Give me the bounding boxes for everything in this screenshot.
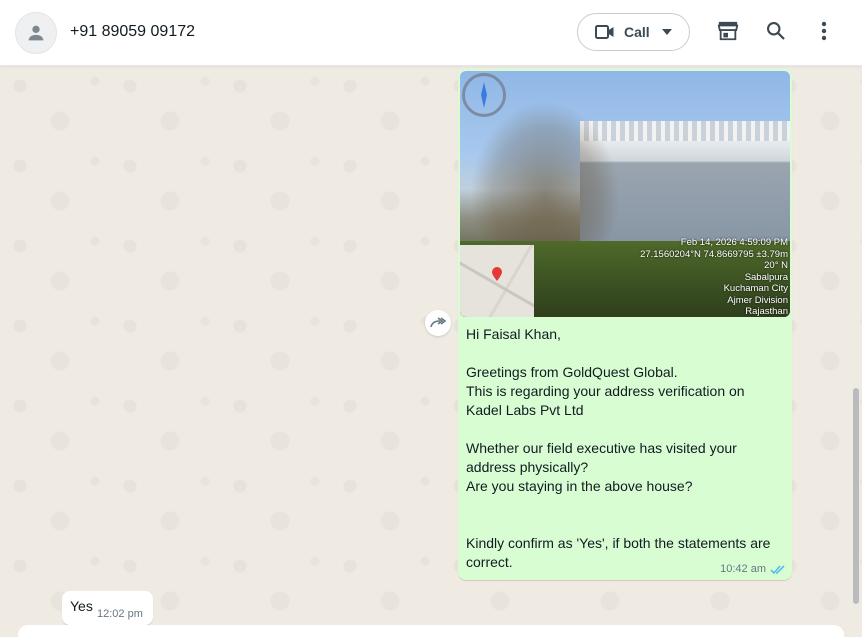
more-options-icon[interactable]	[814, 20, 834, 42]
geotag-overlay: Feb 14, 2026 4:59:09 PM 27.1560204°N 74.…	[640, 237, 788, 317]
compass-icon	[462, 73, 506, 117]
contact-name[interactable]: +91 89059 09172	[70, 23, 195, 41]
message-image[interactable]: Feb 14, 2026 4:59:09 PM 27.1560204°N 74.…	[460, 71, 790, 317]
forward-button[interactable]	[425, 310, 451, 336]
message-meta: 10:42 am	[720, 563, 786, 575]
chat-header: +91 89059 09172 Call	[0, 0, 862, 66]
person-icon	[25, 22, 47, 44]
call-button[interactable]: Call	[577, 13, 690, 51]
video-call-icon	[595, 24, 615, 40]
message-time: 10:42 am	[720, 563, 766, 575]
read-receipt-icon	[770, 564, 785, 574]
scrollbar[interactable]	[853, 388, 859, 604]
message-text: Hi Faisal Khan, Greetings from GoldQuest…	[466, 326, 771, 570]
location-pin-icon	[492, 267, 502, 281]
forward-icon	[430, 317, 446, 329]
avatar[interactable]	[15, 12, 57, 54]
message-time: 12:02 pm	[97, 608, 143, 620]
call-button-label: Call	[624, 24, 650, 40]
outgoing-message[interactable]: Feb 14, 2026 4:59:09 PM 27.1560204°N 74.…	[458, 69, 792, 580]
map-thumbnail	[460, 245, 534, 317]
shop-icon[interactable]	[717, 20, 739, 42]
search-icon[interactable]	[765, 20, 786, 41]
message-text: Yes	[70, 598, 93, 614]
incoming-message[interactable]: Yes 12:02 pm	[62, 591, 153, 625]
dropdown-icon[interactable]	[661, 29, 672, 35]
message-composer[interactable]	[18, 625, 844, 637]
